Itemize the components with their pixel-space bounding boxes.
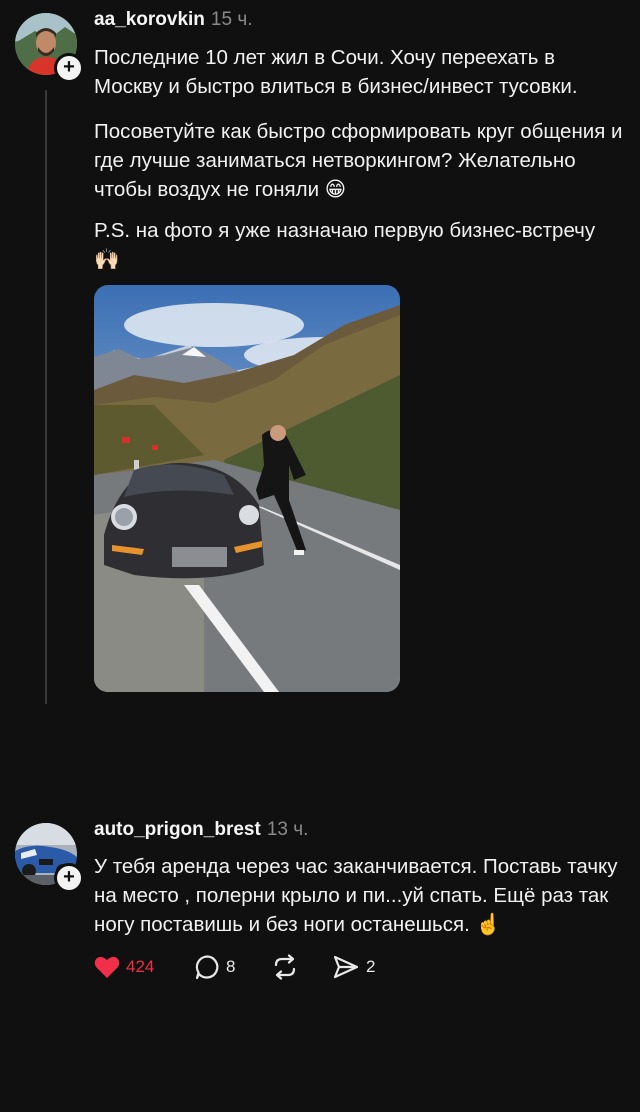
follow-plus-icon[interactable]: + <box>54 863 84 893</box>
like-count: 424 <box>126 957 155 976</box>
post-paragraph: Последние 10 лет жил в Сочи. Хочу переех… <box>94 46 578 98</box>
reply-count: 8 <box>226 957 236 976</box>
thread-post: + aa_korovkin 15 ч. Последние 10 лет жил … <box>0 0 640 760</box>
username[interactable]: aa_korovkin <box>94 9 205 30</box>
post-header: aa_korovkin 15 ч. <box>94 9 253 31</box>
share-icon <box>333 955 359 979</box>
username[interactable]: auto_prigon_brest <box>94 819 261 840</box>
thread-line <box>45 90 47 704</box>
share-button[interactable]: 2 <box>332 952 375 982</box>
comment-icon <box>195 955 219 980</box>
follow-plus-icon[interactable]: + <box>54 53 84 83</box>
post-photo[interactable] <box>94 285 400 692</box>
heart-icon <box>94 956 120 978</box>
post-paragraph: Посоветуйте как быстро сформировать круг… <box>94 120 623 201</box>
repost-icon <box>274 954 296 980</box>
reply-post: + auto_prigon_brest 13 ч. У тебя аренда ч… <box>0 810 640 1010</box>
action-bar: 424 8 2 <box>94 952 494 982</box>
repost-button[interactable] <box>271 952 299 982</box>
like-button[interactable]: 424 <box>94 952 154 982</box>
post-paragraph: P.S. на фото я уже назначаю первую бизне… <box>94 219 596 271</box>
post-time: 13 ч. <box>266 819 309 840</box>
post-time: 15 ч. <box>210 9 253 30</box>
reply-button[interactable]: 8 <box>194 952 235 982</box>
reply-text: У тебя аренда через час заканчивается. П… <box>94 855 618 936</box>
post-header: auto_prigon_brest 13 ч. <box>94 819 308 841</box>
share-count: 2 <box>366 957 376 976</box>
